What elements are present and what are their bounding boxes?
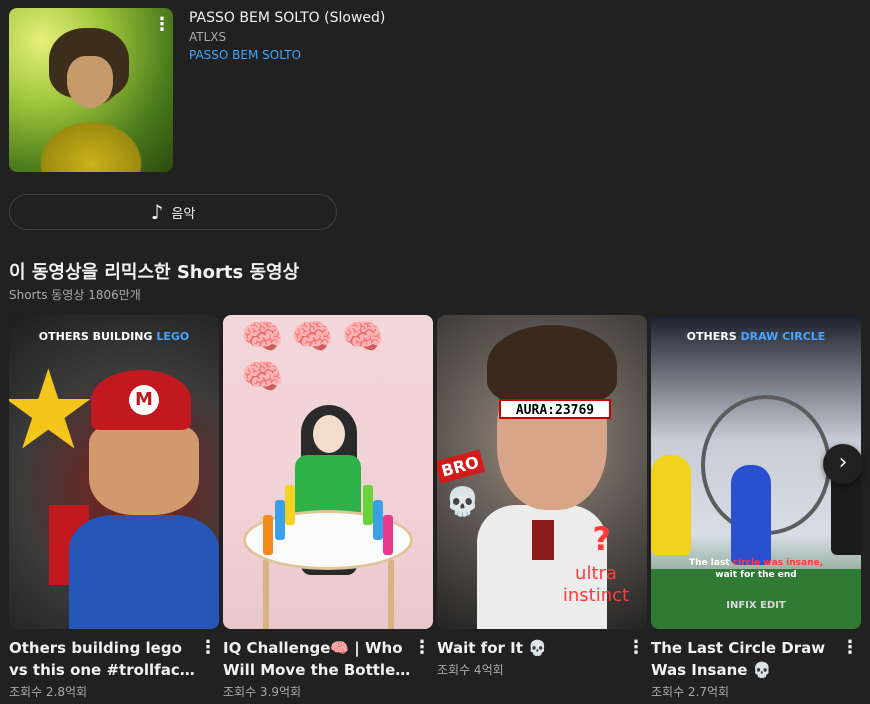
album-cover[interactable]: ⋮	[9, 8, 173, 172]
song-title[interactable]: PASSO BEM SOLTO (Slowed)	[189, 9, 385, 27]
short-views: 조회수 3.9억회	[223, 685, 302, 699]
art-table-leg	[263, 560, 269, 629]
song-card[interactable]: ⋮ PASSO BEM SOLTO (Slowed) ATLXS PASSO B…	[9, 8, 385, 172]
question-mark: ?	[592, 520, 611, 558]
shorts-carousel: ★ M OTHERS BUILDING LEGO Others building…	[9, 315, 861, 700]
more-vert-icon[interactable]: ⋮	[411, 637, 433, 681]
art-face	[313, 415, 345, 453]
skull-icon: 💀	[445, 485, 480, 518]
chevron-right-icon[interactable]: ›	[823, 444, 863, 484]
music-button-label: 음악	[171, 206, 196, 222]
ultra-instinct-label: ultra instinct	[562, 563, 630, 606]
art-bottle	[383, 515, 393, 555]
star-art: ★	[9, 346, 98, 474]
art-tie	[532, 520, 554, 560]
thumbnail-emoji-row: 🧠🧠🧠🧠	[241, 317, 393, 397]
short-thumbnail[interactable]: 🧠🧠🧠🧠	[223, 315, 433, 629]
more-vert-icon[interactable]: ⋮	[839, 637, 861, 681]
art-bottle	[363, 485, 373, 525]
music-note-icon: ♪	[150, 200, 164, 224]
short-views: 조회수 2.8억회	[9, 685, 88, 699]
art-hair	[487, 325, 617, 405]
short-thumbnail[interactable]: ★ M OTHERS BUILDING LEGO	[9, 315, 219, 629]
shelf-title: 이 동영상을 리믹스한 Shorts 동영상	[9, 262, 300, 283]
short-title[interactable]: Others building lego vs this one #trollf…	[9, 637, 197, 681]
bro-label: BRO	[437, 449, 486, 484]
art-bottle	[285, 485, 295, 525]
art-person	[651, 455, 691, 555]
song-artist: ATLXS	[189, 30, 227, 44]
thumbnail-overlay-text: OTHERS BUILDING LEGO	[38, 330, 190, 343]
art-hat-emblem: M	[129, 385, 159, 415]
thumbnail-watermark: INFIX EDIT	[726, 600, 786, 611]
short-item[interactable]: OTHERS DRAW CIRCLE The last circle was i…	[651, 315, 861, 700]
art-bottle	[263, 515, 273, 555]
art-face	[89, 425, 199, 515]
song-info: PASSO BEM SOLTO (Slowed) ATLXS PASSO BEM…	[189, 8, 385, 172]
more-vert-icon[interactable]: ⋮	[197, 637, 219, 681]
art-overalls	[69, 515, 219, 629]
short-item[interactable]: 🧠🧠🧠🧠 IQ Challenge🧠 | Who Will Move the B…	[223, 315, 433, 700]
short-title[interactable]: IQ Challenge🧠 | Who Will Move the Bottle…	[223, 637, 411, 681]
art-person	[731, 465, 771, 565]
short-item[interactable]: ★ M OTHERS BUILDING LEGO Others building…	[9, 315, 219, 700]
short-item[interactable]: AURA:23769 BRO 💀 ? ultra instinct Wait f…	[437, 315, 647, 700]
more-vert-icon[interactable]: ⋮	[625, 637, 647, 659]
art-shirt	[295, 455, 361, 515]
art-table-leg	[388, 560, 394, 629]
music-button[interactable]: ♪ 음악	[9, 194, 337, 230]
short-views: 조회수 2.7억회	[651, 685, 730, 699]
short-thumbnail[interactable]: AURA:23769 BRO 💀 ? ultra instinct	[437, 315, 647, 629]
song-album-link[interactable]: PASSO BEM SOLTO	[189, 47, 385, 64]
short-views: 조회수 4억회	[437, 663, 504, 677]
short-title[interactable]: Wait for It 💀	[437, 637, 625, 659]
thumbnail-overlay-text: OTHERS DRAW CIRCLE	[686, 330, 826, 343]
more-vert-icon[interactable]: ⋮	[153, 14, 171, 36]
art-bottle	[373, 500, 383, 540]
short-title[interactable]: The Last Circle Draw Was Insane 💀	[651, 637, 839, 681]
art-bottle	[275, 500, 285, 540]
aura-label: AURA:23769	[499, 399, 611, 419]
thumbnail-caption: The last circle was insane, wait for the…	[689, 558, 823, 580]
cover-art-face	[67, 56, 113, 108]
shelf-subtitle: Shorts 동영상 1806만개	[9, 288, 141, 302]
